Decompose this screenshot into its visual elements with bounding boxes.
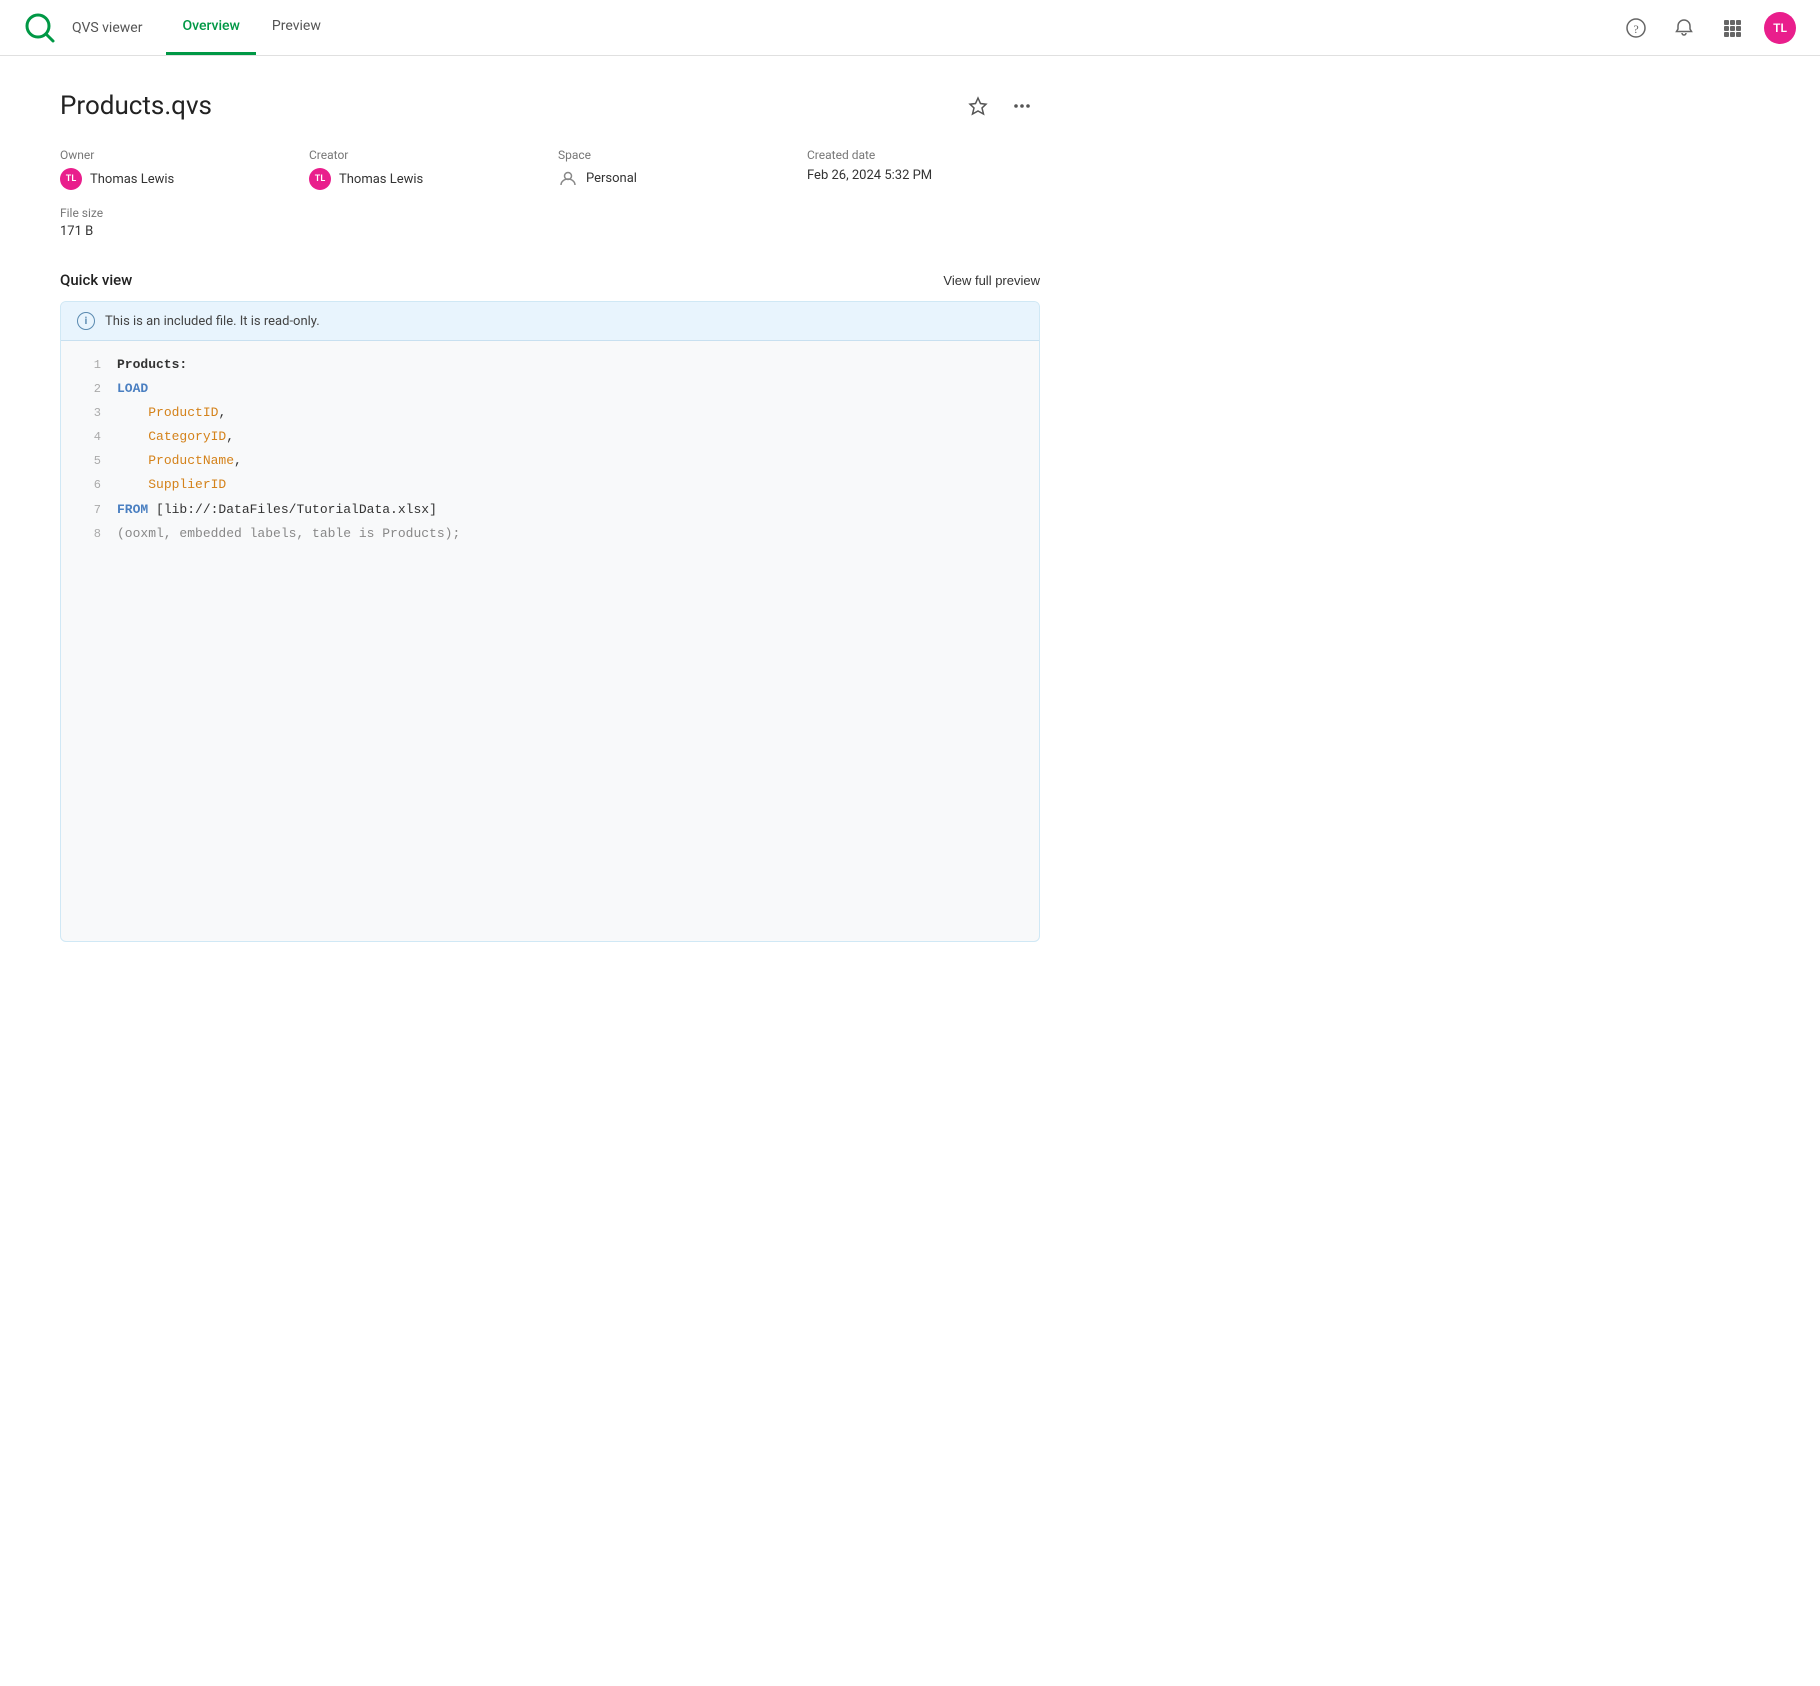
owner-value: TL Thomas Lewis <box>60 168 293 190</box>
created-date-field: Created date Feb 26, 2024 5:32 PM <box>807 148 1040 190</box>
code-line-3: 3 ProductID, <box>61 401 1039 425</box>
code-token: (ooxml, embedded labels, table is Produc… <box>117 526 460 541</box>
code-line-1: 1 Products: <box>61 353 1039 377</box>
line-number-6: 6 <box>77 475 101 495</box>
info-icon: i <box>77 312 95 330</box>
grid-icon <box>1723 19 1741 37</box>
header-right: ? TL <box>1620 12 1796 44</box>
code-line-2: 2 LOAD <box>61 377 1039 401</box>
code-token: CategoryID <box>148 429 226 444</box>
creator-avatar: TL <box>309 168 331 190</box>
code-line-6: 6 SupplierID <box>61 473 1039 497</box>
line-number-4: 4 <box>77 427 101 447</box>
file-size-section: File size 171 B <box>60 206 1040 239</box>
creator-name: Thomas Lewis <box>339 172 423 187</box>
tab-preview[interactable]: Preview <box>256 0 337 55</box>
favorite-button[interactable] <box>960 88 996 124</box>
owner-label: Owner <box>60 148 293 162</box>
created-date-label: Created date <box>807 148 1040 162</box>
code-line-7: 7 FROM [lib://:DataFiles/TutorialData.xl… <box>61 498 1039 522</box>
view-full-preview-button[interactable]: View full preview <box>943 273 1040 288</box>
line-number-7: 7 <box>77 500 101 520</box>
line-number-8: 8 <box>77 524 101 544</box>
line-number-5: 5 <box>77 451 101 471</box>
help-icon: ? <box>1626 18 1646 38</box>
file-size-value: 171 B <box>60 224 1040 239</box>
more-options-button[interactable] <box>1004 88 1040 124</box>
owner-name: Thomas Lewis <box>90 172 174 187</box>
line-number-2: 2 <box>77 379 101 399</box>
file-title-actions <box>960 88 1040 124</box>
line-number-1: 1 <box>77 355 101 375</box>
space-field: Space Personal <box>558 148 791 190</box>
tab-overview[interactable]: Overview <box>166 0 255 55</box>
code-token: Products: <box>117 357 187 372</box>
main-content: Products.qvs Owner TL Thomas Lew <box>0 56 1100 974</box>
space-value: Personal <box>558 168 791 188</box>
space-label: Space <box>558 148 791 162</box>
user-avatar[interactable]: TL <box>1764 12 1796 44</box>
creator-label: Creator <box>309 148 542 162</box>
created-date: Feb 26, 2024 5:32 PM <box>807 168 932 183</box>
code-line-4: 4 CategoryID, <box>61 425 1039 449</box>
code-viewer: i This is an included file. It is read-o… <box>60 301 1040 942</box>
code-line-8: 8 (ooxml, embedded labels, table is Prod… <box>61 522 1039 546</box>
app-header: QVS viewer Overview Preview ? <box>0 0 1820 56</box>
code-token: LOAD <box>117 381 148 396</box>
code-token: ProductID <box>148 405 218 420</box>
line-number-3: 3 <box>77 403 101 423</box>
owner-avatar: TL <box>60 168 82 190</box>
quick-view-title: Quick view <box>60 271 132 289</box>
file-title-row: Products.qvs <box>60 88 1040 124</box>
file-title: Products.qvs <box>60 91 212 121</box>
code-token: FROM <box>117 502 148 517</box>
space-icon <box>558 168 578 188</box>
grid-menu-button[interactable] <box>1716 12 1748 44</box>
qlik-logo[interactable] <box>24 12 56 44</box>
nav-tabs: Overview Preview <box>166 0 336 55</box>
creator-value: TL Thomas Lewis <box>309 168 542 190</box>
star-icon <box>968 96 988 116</box>
code-line-5: 5 ProductName, <box>61 449 1039 473</box>
code-area: 1 Products: 2 LOAD 3 ProductID, 4 Catego… <box>61 341 1039 941</box>
owner-field: Owner TL Thomas Lewis <box>60 148 293 190</box>
help-button[interactable]: ? <box>1620 12 1652 44</box>
code-token: ProductName <box>148 453 234 468</box>
ellipsis-icon <box>1012 96 1032 116</box>
space-name: Personal <box>586 171 637 186</box>
file-size-label: File size <box>60 206 1040 220</box>
code-token: SupplierID <box>148 477 226 492</box>
quick-view-header: Quick view View full preview <box>60 271 1040 289</box>
tool-label: QVS viewer <box>72 20 142 36</box>
notifications-button[interactable] <box>1668 12 1700 44</box>
svg-text:?: ? <box>1633 22 1638 36</box>
metadata-grid: Owner TL Thomas Lewis Creator TL Thomas … <box>60 148 1040 190</box>
creator-field: Creator TL Thomas Lewis <box>309 148 542 190</box>
read-only-banner: i This is an included file. It is read-o… <box>61 302 1039 341</box>
read-only-text: This is an included file. It is read-onl… <box>105 314 320 329</box>
bell-icon <box>1674 18 1694 38</box>
created-date-value: Feb 26, 2024 5:32 PM <box>807 168 1040 183</box>
